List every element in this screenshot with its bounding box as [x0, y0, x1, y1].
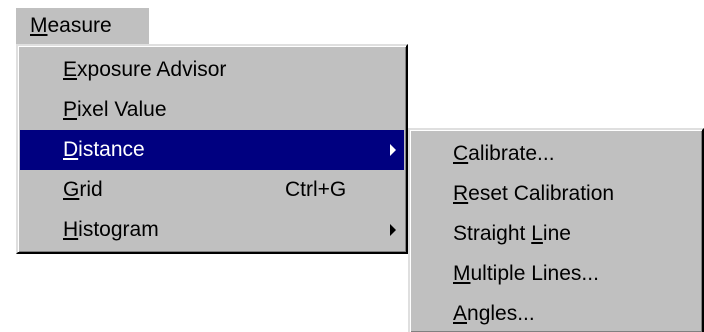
submenu-item-hotkey: A: [453, 302, 468, 325]
menu-item-histogram[interactable]: Histogram: [20, 210, 404, 250]
submenu-item-calibrate[interactable]: Calibrate...: [412, 134, 700, 174]
menu-item-hotkey: P: [63, 98, 78, 121]
screen: Measure Exposure Advisor Pixel Value Dis…: [0, 0, 704, 332]
menu-item-exposure-advisor[interactable]: Exposure Advisor: [20, 50, 404, 90]
menu-item-label: Grid: [63, 170, 103, 210]
menu-item-text: xposure Advisor: [77, 58, 227, 81]
menu-item-pixel-value[interactable]: Pixel Value: [20, 90, 404, 130]
submenu-item-multiple-lines[interactable]: Multiple Lines...: [412, 254, 700, 294]
menubar-item-measure-label: easure: [47, 14, 112, 37]
submenu-item-label: Straight Line: [453, 214, 571, 254]
menu-item-shortcut: Ctrl+G: [285, 178, 347, 201]
submenu-item-label: Reset Calibration: [453, 174, 614, 214]
submenu-item-text: ine: [542, 222, 571, 245]
distance-submenu: Calibrate... Reset Calibration Straight …: [408, 128, 704, 332]
submenu-item-label: Angles...: [453, 294, 535, 332]
submenu-item-angles[interactable]: Angles...: [412, 294, 700, 332]
menu-item-text: istance: [78, 138, 145, 161]
submenu-item-text: eset Calibration: [468, 182, 615, 205]
menu-item-label: Distance: [63, 130, 145, 170]
submenu-item-text: alibrate...: [468, 142, 555, 165]
menu-item-hotkey: E: [63, 58, 78, 81]
measure-dropdown-menu: Exposure Advisor Pixel Value Distance Gr…: [16, 44, 408, 254]
submenu-item-hotkey: C: [453, 142, 469, 165]
menubar-item-measure-hotkey: M: [30, 14, 48, 37]
submenu-arrow-icon: [390, 144, 396, 156]
menu-item-label: Pixel Value: [63, 90, 167, 130]
menu-item-text: rid: [79, 178, 103, 201]
submenu-item-straight-line[interactable]: Straight Line: [412, 214, 700, 254]
submenu-item-label: Multiple Lines...: [453, 254, 599, 294]
menu-item-hotkey: G: [63, 178, 80, 201]
menu-item-hotkey: D: [63, 138, 79, 161]
menu-item-label: Exposure Advisor: [63, 50, 226, 90]
menu-item-text: ixel Value: [77, 98, 167, 121]
menubar-item-measure[interactable]: Measure: [16, 8, 149, 44]
menu-item-distance[interactable]: Distance: [20, 130, 404, 170]
menu-item-text: istogram: [78, 218, 159, 241]
submenu-item-text: ngles...: [467, 302, 535, 325]
submenu-item-reset-calibration[interactable]: Reset Calibration: [412, 174, 700, 214]
submenu-item-label: Calibrate...: [453, 134, 555, 174]
submenu-item-text: ultiple Lines...: [470, 262, 599, 285]
submenu-item-hotkey: R: [453, 182, 469, 205]
menu-item-hotkey: H: [63, 218, 79, 241]
submenu-item-hotkey: M: [453, 262, 471, 285]
submenu-item-hotkey: L: [531, 222, 543, 245]
menu-item-grid[interactable]: Grid Ctrl+G: [20, 170, 404, 210]
submenu-item-prefix: Straight: [453, 222, 532, 245]
submenu-arrow-icon: [390, 224, 396, 236]
menu-item-label: Histogram: [63, 210, 159, 250]
